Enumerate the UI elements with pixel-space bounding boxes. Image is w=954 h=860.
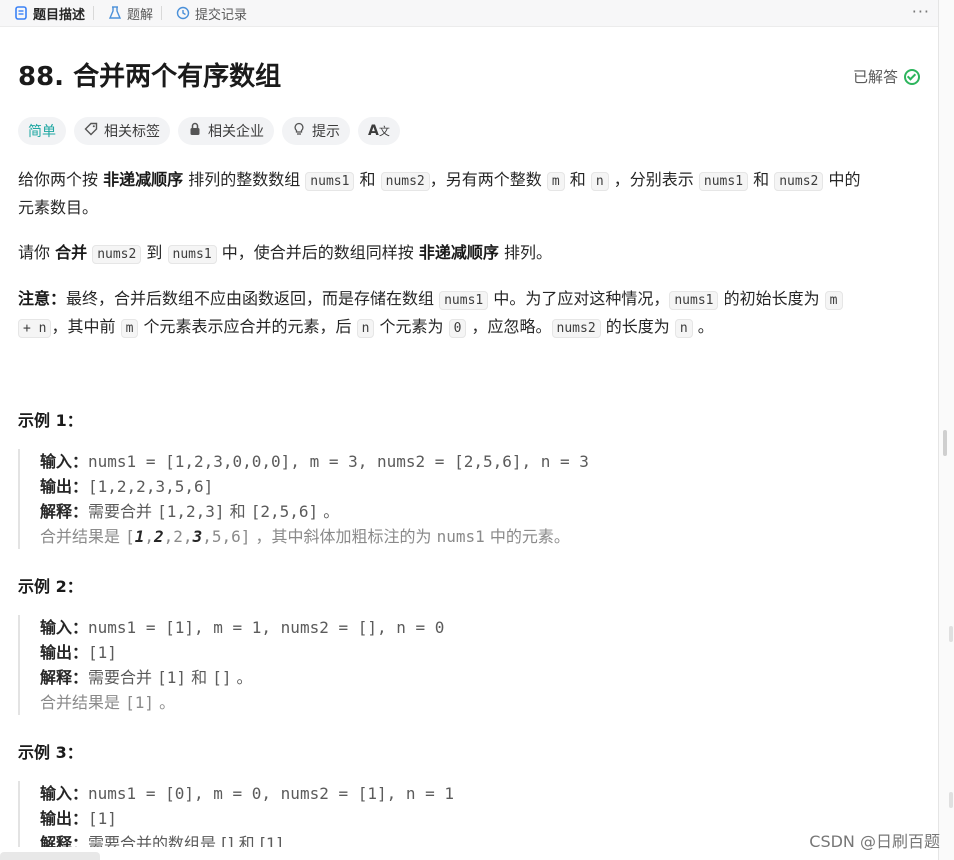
check-circle-icon <box>904 68 920 85</box>
translate-icon: A文 <box>368 123 390 139</box>
example-2-block: 输入：nums1 = [1], m = 1, nums2 = [], n = 0… <box>18 615 444 715</box>
tab-solutions-label: 题解 <box>127 7 154 23</box>
scrollbar-marker <box>949 626 953 642</box>
hint-button[interactable]: 提示 <box>282 117 350 145</box>
description-paragraph-2: 请你 合并 nums2 到 nums1 中，使合并后的数组同样按 非递减顺序 排… <box>18 243 552 264</box>
related-tags-button[interactable]: 相关标签 <box>74 117 170 145</box>
related-tags-label: 相关标签 <box>104 124 160 140</box>
description-paragraph-1: 给你两个按 非递减顺序 排列的整数数组 nums1 和 nums2 ，另有两个整数… <box>18 170 861 217</box>
more-options-icon[interactable]: ··· <box>912 2 930 21</box>
tab-submissions[interactable]: 提交记录 <box>162 0 255 26</box>
description-note: 注意：最终，合并后数组不应由函数返回，而是存储在数组 nums1 中。为了应对这… <box>18 286 920 342</box>
flask-icon <box>108 6 122 20</box>
example-1-title: 示例 1： <box>18 411 83 430</box>
related-companies-label: 相关企业 <box>208 124 264 140</box>
tab-submissions-label: 提交记录 <box>195 7 248 23</box>
lock-icon <box>188 122 202 140</box>
example-3-block: 输入：nums1 = [0], m = 0, nums2 = [1], n = … <box>18 781 454 847</box>
example-3-title: 示例 3： <box>18 743 83 762</box>
tag-icon <box>84 122 98 140</box>
tab-description-label: 题目描述 <box>33 7 86 23</box>
history-icon <box>176 6 190 20</box>
tab-bar: 题目描述 题解 提交记录 ··· <box>0 0 938 27</box>
scrollbar-marker <box>949 792 953 808</box>
document-icon <box>14 6 28 20</box>
solved-label: 已解答 <box>852 68 898 86</box>
example-2-title: 示例 2： <box>18 577 83 596</box>
watermark: CSDN @日刷百题 <box>809 832 940 851</box>
lightbulb-icon <box>292 122 306 140</box>
tag-row: 简单 相关标签 相关企业 提示 A文 <box>18 117 400 145</box>
translate-button[interactable]: A文 <box>358 117 400 145</box>
bottom-fade <box>0 852 100 860</box>
tab-description[interactable]: 题目描述 <box>0 0 93 26</box>
tab-solutions[interactable]: 题解 <box>94 0 161 26</box>
related-companies-button[interactable]: 相关企业 <box>178 117 274 145</box>
hint-label: 提示 <box>312 124 340 140</box>
scrollbar-thumb[interactable] <box>943 430 947 456</box>
page-title: 88. 合并两个有序数组 <box>18 62 282 92</box>
example-1-block: 输入：nums1 = [1,2,3,0,0,0], m = 3, nums2 =… <box>18 449 589 549</box>
difficulty-badge[interactable]: 简单 <box>18 117 66 145</box>
solved-status: 已解答 <box>853 66 920 87</box>
vertical-scrollbar[interactable] <box>938 0 954 860</box>
